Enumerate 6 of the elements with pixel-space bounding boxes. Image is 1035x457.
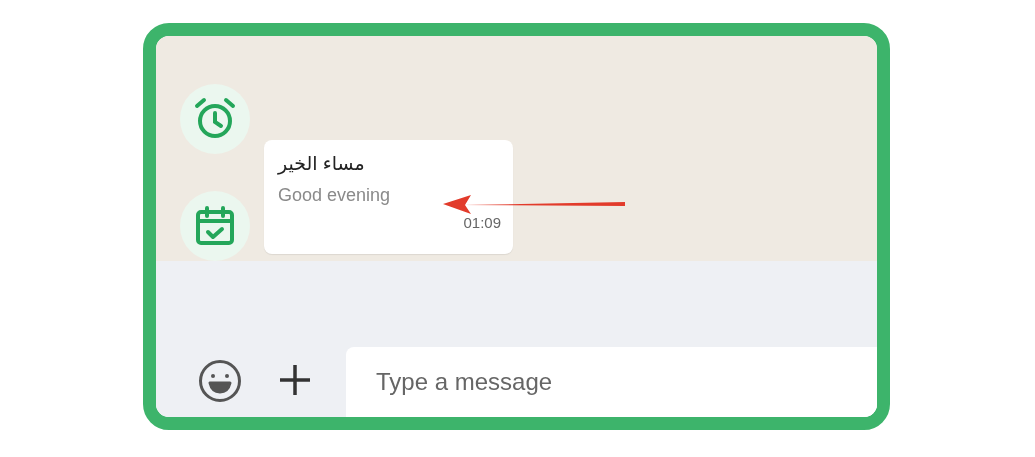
emoji-icon[interactable] — [198, 359, 242, 403]
plus-icon[interactable] — [278, 363, 312, 397]
message-input[interactable]: Type a message — [346, 347, 877, 417]
message-time: 01:09 — [463, 214, 501, 231]
message-translation: Good evening — [278, 185, 392, 206]
message-text: مساء الخير — [278, 152, 365, 175]
